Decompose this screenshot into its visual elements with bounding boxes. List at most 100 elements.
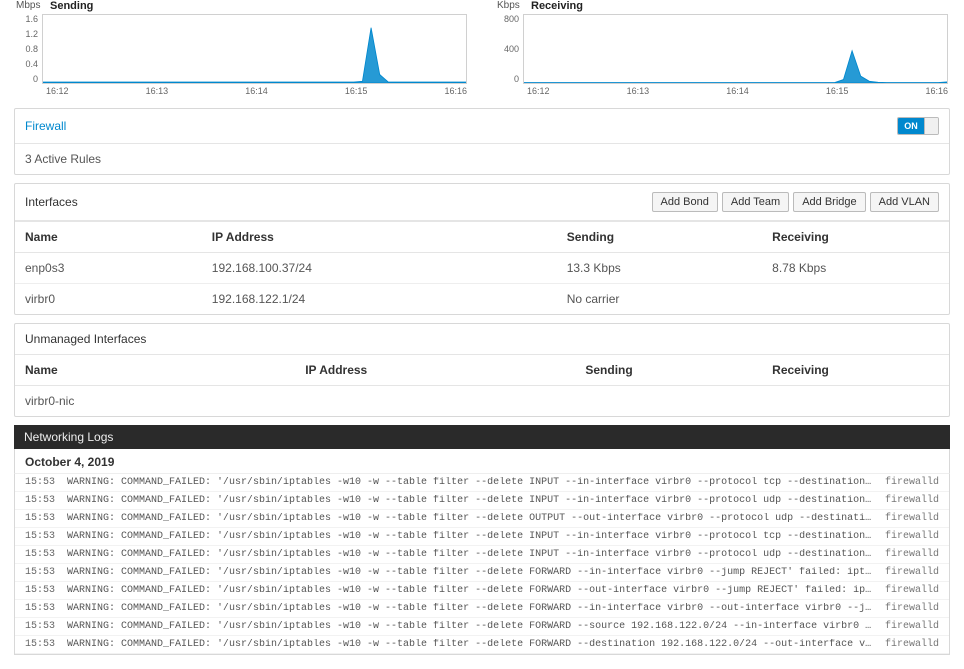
- unmanaged-col-ip: IP Address: [295, 355, 575, 386]
- cell-send: [575, 386, 762, 417]
- logs-date: October 4, 2019: [14, 449, 950, 474]
- cell-name: enp0s3: [15, 253, 202, 284]
- log-entry[interactable]: 15:53 WARNING: COMMAND_FAILED: '/usr/sbin…: [15, 582, 949, 600]
- cell-ip: 192.168.100.37/24: [202, 253, 557, 284]
- log-entry[interactable]: 15:53 WARNING: COMMAND_FAILED: '/usr/sbin…: [15, 492, 949, 510]
- chart-sending-unit: Mbps: [16, 0, 40, 11]
- log-message: WARNING: COMMAND_FAILED: '/usr/sbin/ipta…: [67, 621, 877, 632]
- log-source: firewalld: [883, 585, 939, 596]
- log-source: firewalld: [883, 495, 939, 506]
- x-tick: 16:15: [826, 86, 849, 96]
- cell-send: 13.3 Kbps: [557, 253, 762, 284]
- unmanaged-table: Name IP Address Sending Receiving virbr0…: [15, 354, 949, 416]
- x-tick: 16:12: [46, 86, 69, 96]
- log-time: 15:53: [25, 549, 61, 560]
- log-source: firewalld: [883, 549, 939, 560]
- log-entry[interactable]: 15:53 WARNING: COMMAND_FAILED: '/usr/sbin…: [15, 528, 949, 546]
- unmanaged-col-send: Sending: [575, 355, 762, 386]
- log-message: WARNING: COMMAND_FAILED: '/usr/sbin/ipta…: [67, 585, 877, 596]
- cell-send: No carrier: [557, 284, 762, 315]
- logs-title: Networking Logs: [14, 425, 950, 449]
- x-tick: 16:13: [146, 86, 169, 96]
- unmanaged-panel: Unmanaged Interfaces Name IP Address Sen…: [14, 323, 950, 417]
- add-bond-button[interactable]: Add Bond: [652, 192, 718, 212]
- add-team-button[interactable]: Add Team: [722, 192, 789, 212]
- chart-receiving: Kbps Receiving 8004000 16:1216:1316:1416…: [497, 0, 948, 96]
- log-time: 15:53: [25, 531, 61, 542]
- logs-panel: Networking Logs October 4, 2019 15:53 WAR…: [14, 425, 950, 655]
- x-tick: 16:16: [444, 86, 467, 96]
- log-message: WARNING: COMMAND_FAILED: '/usr/sbin/ipta…: [67, 603, 877, 614]
- interfaces-col-recv: Receiving: [762, 222, 949, 253]
- y-tick: 1.6: [16, 14, 38, 24]
- log-entry[interactable]: 15:53 WARNING: COMMAND_FAILED: '/usr/sbin…: [15, 510, 949, 528]
- log-source: firewalld: [883, 531, 939, 542]
- chart-sending-title: Sending: [50, 0, 93, 12]
- x-tick: 16:15: [345, 86, 368, 96]
- log-source: firewalld: [883, 621, 939, 632]
- table-row[interactable]: virbr0-nic: [15, 386, 949, 417]
- log-source: firewalld: [883, 513, 939, 524]
- log-source: firewalld: [883, 603, 939, 614]
- log-time: 15:53: [25, 513, 61, 524]
- firewall-toggle[interactable]: ON: [897, 117, 939, 135]
- interfaces-col-name: Name: [15, 222, 202, 253]
- x-tick: 16:13: [627, 86, 650, 96]
- log-source: firewalld: [883, 639, 939, 650]
- log-time: 15:53: [25, 495, 61, 506]
- log-time: 15:53: [25, 477, 61, 488]
- log-time: 15:53: [25, 585, 61, 596]
- log-source: firewalld: [883, 567, 939, 578]
- table-row[interactable]: virbr0192.168.122.1/24No carrier: [15, 284, 949, 315]
- cell-ip: 192.168.122.1/24: [202, 284, 557, 315]
- y-tick: 0.8: [16, 44, 38, 54]
- x-tick: 16:14: [726, 86, 749, 96]
- chart-sending-yaxis: 1.61.20.80.40: [16, 14, 42, 84]
- x-tick: 16:12: [527, 86, 550, 96]
- y-tick: 800: [497, 14, 519, 24]
- log-message: WARNING: COMMAND_FAILED: '/usr/sbin/ipta…: [67, 513, 877, 524]
- cell-name: virbr0-nic: [15, 386, 295, 417]
- log-message: WARNING: COMMAND_FAILED: '/usr/sbin/ipta…: [67, 531, 877, 542]
- firewall-link[interactable]: Firewall: [25, 119, 66, 133]
- log-message: WARNING: COMMAND_FAILED: '/usr/sbin/ipta…: [67, 477, 877, 488]
- interfaces-col-send: Sending: [557, 222, 762, 253]
- interfaces-table: Name IP Address Sending Receiving enp0s3…: [15, 221, 949, 314]
- chart-receiving-title: Receiving: [531, 0, 583, 12]
- interfaces-title: Interfaces: [25, 195, 78, 209]
- y-tick: 1.2: [16, 29, 38, 39]
- interfaces-col-ip: IP Address: [202, 222, 557, 253]
- cell-name: virbr0: [15, 284, 202, 315]
- chart-receiving-xaxis: 16:12 16:13 16:14 16:15 16:16: [527, 84, 948, 96]
- cell-recv: [762, 284, 949, 315]
- add-vlan-button[interactable]: Add VLAN: [870, 192, 939, 212]
- firewall-toggle-knob: [924, 118, 938, 134]
- log-entry[interactable]: 15:53WARNING: COMMAND_FAILED: '/usr/sbin…: [15, 636, 949, 654]
- add-bridge-button[interactable]: Add Bridge: [793, 192, 865, 212]
- log-entry[interactable]: 15:53 WARNING: COMMAND_FAILED: '/usr/sbin…: [15, 618, 949, 636]
- log-entry[interactable]: 15:53WARNING: COMMAND_FAILED: '/usr/sbin…: [15, 564, 949, 582]
- log-time: 15:53: [25, 567, 61, 578]
- chart-receiving-unit: Kbps: [497, 0, 520, 11]
- firewall-toggle-label: ON: [898, 118, 924, 134]
- log-entry[interactable]: 15:53WARNING: COMMAND_FAILED: '/usr/sbin…: [15, 600, 949, 618]
- cell-recv: [762, 386, 949, 417]
- unmanaged-col-name: Name: [15, 355, 295, 386]
- log-entry[interactable]: 15:53 WARNING: COMMAND_FAILED: '/usr/sbin…: [15, 546, 949, 564]
- chart-sending-xaxis: 16:12 16:13 16:14 16:15 16:16: [46, 84, 467, 96]
- chart-sending: Mbps Sending 1.61.20.80.40 16:1216:1316:…: [16, 0, 467, 96]
- log-message: WARNING: COMMAND_FAILED: '/usr/sbin/ipta…: [67, 495, 877, 506]
- unmanaged-title: Unmanaged Interfaces: [25, 332, 146, 346]
- x-tick: 16:16: [925, 86, 948, 96]
- log-time: 15:53: [25, 621, 61, 632]
- y-tick: 0.4: [16, 59, 38, 69]
- log-entry[interactable]: 15:53 WARNING: COMMAND_FAILED: '/usr/sbin…: [15, 474, 949, 492]
- firewall-panel: Firewall ON 3 Active Rules: [14, 108, 950, 175]
- chart-receiving-yaxis: 8004000: [497, 14, 523, 84]
- interfaces-panel: Interfaces Add Bond Add Team Add Bridge …: [14, 183, 950, 315]
- log-message: WARNING: COMMAND_FAILED: '/usr/sbin/ipta…: [67, 549, 877, 560]
- table-row[interactable]: enp0s3192.168.100.37/2413.3 Kbps8.78 Kbp…: [15, 253, 949, 284]
- chart-sending-plot: [42, 14, 467, 84]
- cell-recv: 8.78 Kbps: [762, 253, 949, 284]
- x-tick: 16:14: [245, 86, 268, 96]
